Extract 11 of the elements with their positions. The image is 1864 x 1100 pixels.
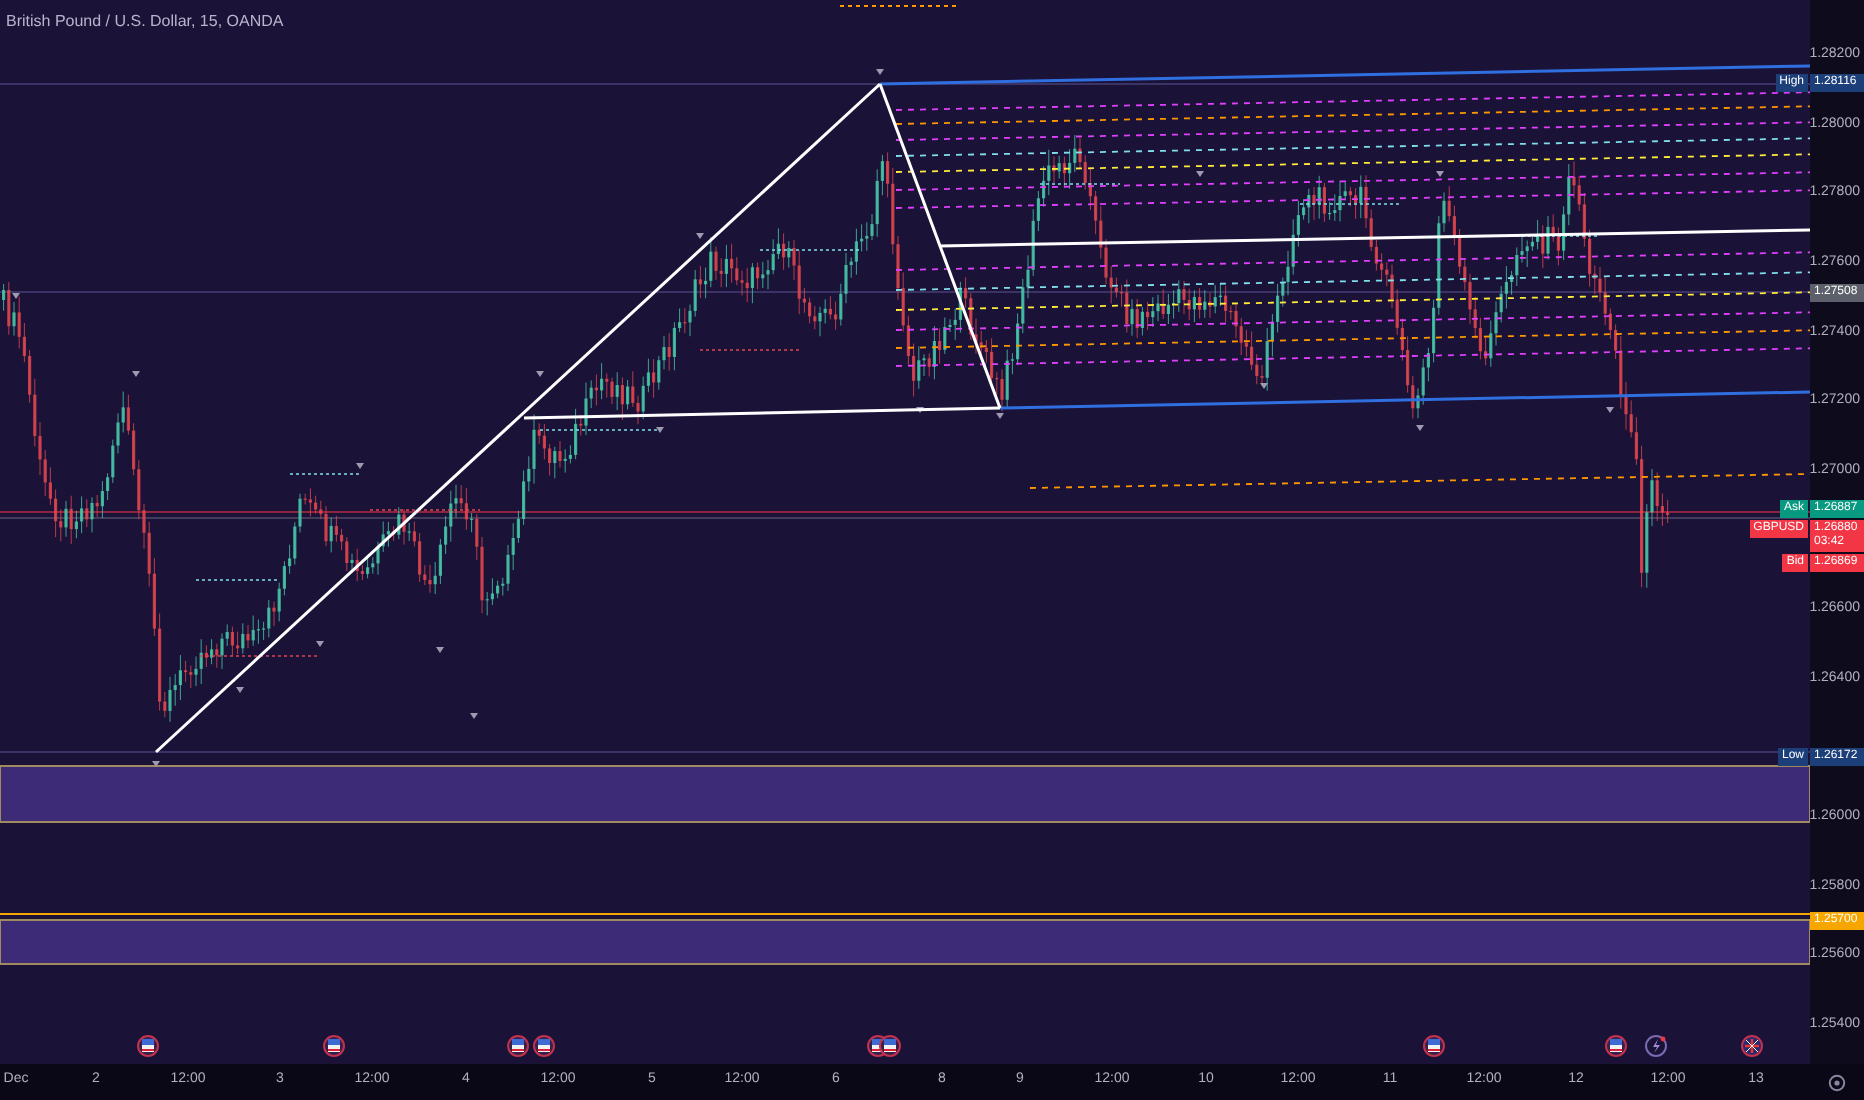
us-flag-icon[interactable] — [323, 1035, 345, 1057]
us-flag-icon[interactable] — [507, 1035, 529, 1057]
us-flag-icon[interactable] — [879, 1035, 901, 1057]
us-flag-icon[interactable] — [1423, 1035, 1445, 1057]
us-flag-icon[interactable] — [137, 1035, 159, 1057]
us-flag-icon[interactable] — [1605, 1035, 1627, 1057]
lightning-icon[interactable] — [1645, 1035, 1667, 1057]
chart-title: British Pound / U.S. Dollar, 15, OANDA — [6, 12, 284, 30]
us-flag-icon[interactable] — [533, 1035, 555, 1057]
dashed-line — [839, 5, 961, 7]
uk-flag-icon[interactable] — [1741, 1035, 1763, 1057]
